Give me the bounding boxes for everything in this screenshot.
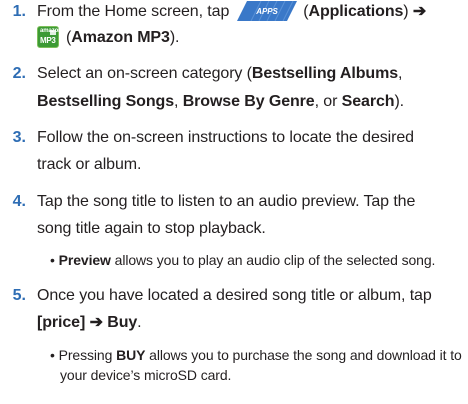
step-number: 3. — [12, 129, 26, 146]
step-4-line-1: Tap the song title to listen to an audio… — [37, 193, 416, 210]
period: ). — [394, 93, 405, 110]
category-search: Search — [341, 93, 395, 110]
step-number: 4. — [12, 193, 26, 210]
comma: , — [398, 65, 403, 82]
period: . — [137, 314, 142, 331]
step-2-line-2: Bestselling Songs, Browse By Genre, or S… — [37, 92, 404, 112]
or-text: , or — [314, 93, 342, 110]
instruction-document: 1. From the Home screen, tap APPS (Applica… — [0, 0, 468, 404]
buy-label: Buy — [107, 314, 138, 331]
apps-button-icon: APPS — [237, 1, 298, 21]
paren: ). — [169, 29, 180, 47]
step-5-bullet-line-1: • Pressing BUY allows you to purchase th… — [50, 346, 462, 364]
bullet-text: allows you to purchase the song and down… — [145, 347, 462, 363]
bullet-text: allows you to play an audio clip of the … — [110, 252, 436, 268]
step-1-line-1: From the Home screen, tap APPS (Applicatio… — [37, 1, 427, 22]
step-5-bullet-line-2: your device’s microSD card. — [60, 367, 232, 383]
step-2-line-1: Select an on-screen category (Bestsellin… — [37, 64, 402, 84]
amazon-icon-graphic — [50, 30, 56, 35]
step-number: 5. — [12, 287, 26, 304]
step-number: 1. — [12, 3, 26, 20]
applications-label: Applications — [308, 3, 404, 21]
step-5-line-1: Once you have located a desired song tit… — [37, 287, 432, 304]
price-label: [price] — [37, 314, 86, 331]
step-text: Select an on-screen category ( — [37, 65, 252, 82]
arrow-icon: ➔ — [89, 314, 103, 331]
arrow-icon: ➔ — [412, 3, 427, 21]
bullet-dot: • — [50, 347, 55, 363]
category-bestselling-albums: Bestselling Albums — [251, 65, 398, 82]
comma: , — [174, 93, 183, 110]
amazon-mp3-app-icon: amazon MP3 — [37, 26, 62, 48]
apps-button-label: APPS — [256, 7, 279, 16]
step-3-line-1: Follow the on-screen instructions to loc… — [37, 129, 414, 146]
bullet-text: Pressing — [58, 347, 117, 363]
paren: ) — [403, 3, 409, 21]
step-5-line-2: [price] ➔ Buy. — [37, 313, 142, 333]
step-4-line-2: song title again to stop playback. — [37, 220, 266, 237]
buy-caps-label: BUY — [116, 347, 146, 363]
amazon-icon-mp3: MP3 — [40, 36, 56, 45]
preview-label: Preview — [58, 252, 111, 268]
category-bestselling-songs: Bestselling Songs — [37, 93, 174, 110]
step-1-line-2: amazon MP3 (Amazon MP3). — [37, 26, 180, 49]
category-browse-by-genre: Browse By Genre — [182, 93, 315, 110]
amazon-mp3-label: Amazon MP3 — [71, 29, 170, 47]
step-text: From the Home screen, tap — [37, 3, 230, 21]
step-number: 2. — [12, 65, 26, 82]
step-4-bullet: • Preview allows you to play an audio cl… — [50, 251, 435, 269]
bullet-dot: • — [50, 252, 55, 268]
step-3-line-2: track or album. — [37, 156, 142, 173]
